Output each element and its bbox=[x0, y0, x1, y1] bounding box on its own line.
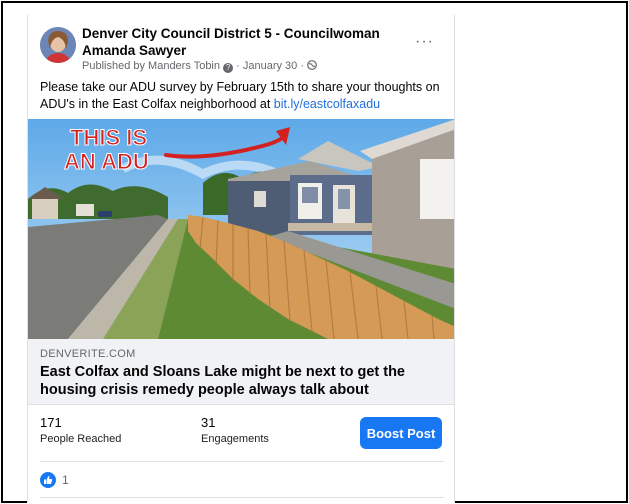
people-reached-label: People Reached bbox=[40, 433, 122, 445]
image-caption-line1: THIS IS bbox=[70, 125, 147, 150]
screenshot-frame: Denver City Council District 5 - Council… bbox=[1, 1, 628, 503]
post-header: Denver City Council District 5 - Council… bbox=[40, 25, 444, 75]
engagements-label: Engagements bbox=[201, 433, 269, 445]
stats-divider bbox=[40, 461, 444, 462]
engagements-value: 31 bbox=[201, 415, 216, 430]
link-headline[interactable]: East Colfax and Sloans Lake might be nex… bbox=[40, 363, 440, 399]
thumbs-up-icon bbox=[40, 472, 56, 488]
more-options-icon[interactable]: ··· bbox=[415, 33, 434, 51]
engagements-stat: 31 Engagements bbox=[201, 415, 269, 445]
facebook-post-card: Denver City Council District 5 - Council… bbox=[27, 15, 455, 503]
publisher-text[interactable]: Published by Manders Tobin bbox=[82, 60, 220, 72]
post-stats: 171 People Reached 31 Engagements Boost … bbox=[28, 407, 454, 459]
link-preview[interactable]: DENVERITE.COM East Colfax and Sloans Lak… bbox=[28, 339, 454, 405]
question-icon[interactable]: ? bbox=[223, 63, 234, 73]
survey-link[interactable]: bit.ly/eastcolfaxadu bbox=[274, 97, 380, 111]
link-domain: DENVERITE.COM bbox=[40, 348, 136, 360]
page-name-link[interactable]: Denver City Council District 5 - Council… bbox=[82, 25, 402, 59]
boost-post-button[interactable]: Boost Post bbox=[360, 417, 442, 449]
reactions-summary[interactable]: 1 bbox=[40, 471, 69, 489]
image-caption-line2: AN ADU bbox=[64, 149, 149, 174]
post-image[interactable]: THIS IS AN ADU bbox=[28, 119, 454, 339]
people-reached-stat: 171 People Reached bbox=[40, 415, 121, 445]
people-reached-value: 171 bbox=[40, 415, 62, 430]
page-avatar[interactable] bbox=[40, 27, 76, 63]
post-byline: Published by Manders Tobin ? · January 3… bbox=[82, 60, 317, 73]
reaction-count: 1 bbox=[62, 473, 69, 487]
reactions-divider bbox=[40, 497, 444, 498]
post-message: Please take our ADU survey by February 1… bbox=[40, 79, 444, 113]
globe-icon bbox=[307, 60, 317, 70]
post-date[interactable]: January 30 bbox=[243, 60, 297, 72]
